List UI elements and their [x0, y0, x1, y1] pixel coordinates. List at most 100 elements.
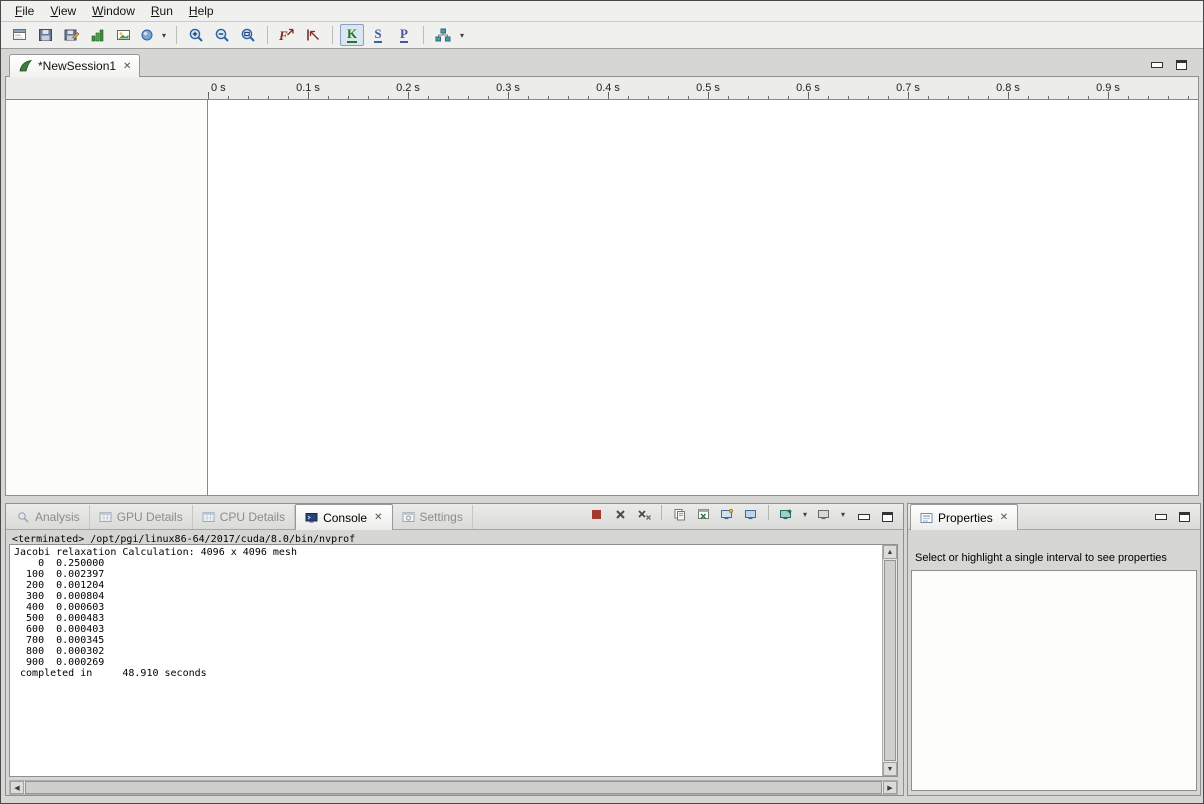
tab-cpu-details[interactable]: CPU Details [193, 505, 295, 529]
session-tab[interactable]: *NewSession1 ✕ [9, 54, 140, 77]
console-toolbar: ▾ ▾ [586, 505, 854, 529]
stream-mode-label: S [374, 26, 381, 41]
scroll-left-button[interactable]: ◀ [10, 781, 24, 794]
open-console-icon [779, 508, 793, 521]
display-selected-console-button[interactable] [741, 506, 761, 523]
export-output-button[interactable] [693, 506, 713, 523]
new-session-button[interactable] [7, 24, 31, 46]
stream-underline [374, 41, 381, 43]
timeline-chart-button[interactable] [85, 24, 109, 46]
analysis-tab-icon [17, 511, 30, 523]
close-icon[interactable]: ✕ [374, 512, 382, 523]
minimize-icon[interactable] [1155, 512, 1166, 522]
save-as-icon [63, 27, 80, 43]
process-mode-button[interactable]: P [392, 24, 416, 46]
menu-window[interactable]: Window [84, 2, 143, 20]
chevron-down-icon[interactable]: ▾ [159, 31, 169, 40]
editor-window-buttons [1151, 60, 1187, 70]
chevron-down-icon[interactable]: ▾ [800, 510, 810, 519]
copy-output-button[interactable] [669, 506, 689, 523]
open-console-button[interactable] [776, 506, 796, 523]
properties-window-buttons [1151, 512, 1200, 529]
close-icon[interactable]: ✕ [1000, 512, 1008, 523]
remove-all-launches-button[interactable] [634, 506, 654, 523]
save-as-button[interactable] [59, 24, 83, 46]
cpu-details-tab-icon [202, 511, 215, 523]
analysis-button[interactable] [431, 24, 455, 46]
maximize-icon[interactable] [882, 512, 893, 522]
properties-tab-icon [920, 512, 933, 524]
report-button[interactable] [111, 24, 135, 46]
console-line: 0 0.250000 [14, 558, 879, 569]
remove-launch-button[interactable] [610, 506, 630, 523]
scroll-up-button[interactable]: ▲ [883, 545, 897, 559]
toolbar-separator [176, 26, 177, 44]
zoom-in-button[interactable] [184, 24, 208, 46]
process-underline [400, 41, 408, 43]
minimize-icon[interactable] [1151, 60, 1162, 70]
toolbar-separator [332, 26, 333, 44]
close-icon[interactable]: ✕ [123, 61, 131, 72]
horizontal-scrollbar-thumb[interactable] [25, 781, 882, 794]
timeline-ruler[interactable]: 0 s 0.1 s 0.2 s 0.3 s 0.4 s 0.5 s 0.6 s … [6, 77, 1198, 100]
tab-settings[interactable]: Settings [393, 505, 473, 529]
zoom-out-icon [214, 27, 231, 44]
stream-mode-button[interactable]: S [366, 24, 390, 46]
kernel-mode-button[interactable]: K [340, 24, 364, 46]
vertical-scrollbar-thumb[interactable] [884, 560, 896, 761]
lens-tool-button[interactable] [137, 24, 157, 46]
console-window-buttons [854, 512, 903, 529]
chevron-down-icon[interactable]: ▾ [457, 31, 467, 40]
console-line: 200 0.001204 [14, 580, 879, 591]
tab-analysis-label: Analysis [35, 510, 80, 524]
process-mode-label: P [400, 26, 408, 41]
properties-content-box [911, 570, 1197, 791]
remove-launch-icon [614, 508, 627, 521]
zoom-fit-icon [240, 27, 257, 44]
save-button[interactable] [33, 24, 57, 46]
pin-console-icon [720, 508, 734, 521]
horizontal-scrollbar[interactable]: ◀ ▶ [9, 780, 898, 795]
new-session-icon [11, 27, 28, 43]
tab-console[interactable]: Console ✕ [295, 504, 392, 530]
export-table-icon [697, 508, 710, 521]
menu-file[interactable]: File [7, 2, 42, 20]
kernel-mode-label: K [347, 26, 357, 41]
menu-run[interactable]: Run [143, 2, 181, 20]
menu-help[interactable]: Help [181, 2, 222, 20]
maximize-icon[interactable] [1176, 60, 1187, 70]
menu-view[interactable]: View [42, 2, 84, 20]
main-toolbar: ▾ F [1, 22, 1203, 49]
zoom-fit-button[interactable] [236, 24, 260, 46]
editor-area: *NewSession1 ✕ 0 s 0.1 s 0.2 s 0.3 s 0.4… [1, 49, 1203, 499]
terminate-button[interactable] [586, 506, 606, 523]
pin-console-button[interactable] [717, 506, 737, 523]
properties-hint-text: Select or highlight a single interval to… [915, 552, 1194, 564]
tab-gpu-details-label: GPU Details [117, 510, 183, 524]
new-console-view-button[interactable] [814, 506, 834, 523]
menu-bar: File View Window Run Help [1, 1, 1203, 22]
new-console-view-icon [817, 508, 831, 521]
scroll-down-button[interactable]: ▼ [883, 762, 897, 776]
tab-gpu-details[interactable]: GPU Details [90, 505, 193, 529]
report-image-icon [115, 27, 132, 43]
console-output[interactable]: Jacobi relaxation Calculation: 4096 x 40… [9, 544, 898, 777]
tab-properties[interactable]: Properties ✕ [910, 504, 1018, 530]
analysis-diagram-icon [434, 27, 452, 43]
minimize-icon[interactable] [858, 512, 869, 522]
console-line: 400 0.000603 [14, 602, 879, 613]
tab-analysis[interactable]: Analysis [8, 505, 90, 529]
properties-view: Properties ✕ Select or highlight a singl… [907, 503, 1201, 796]
timeline-canvas[interactable] [209, 100, 1198, 495]
chevron-down-icon[interactable]: ▾ [838, 510, 848, 519]
maximize-icon[interactable] [1179, 512, 1190, 522]
timeline-row-names-panel[interactable] [6, 100, 208, 495]
mark-range-end-button[interactable] [301, 24, 325, 46]
zoom-out-button[interactable] [210, 24, 234, 46]
vertical-scrollbar[interactable]: ▲ ▼ [882, 545, 897, 776]
scroll-right-button[interactable]: ▶ [883, 781, 897, 794]
console-line: 700 0.000345 [14, 635, 879, 646]
console-line: 500 0.000483 [14, 613, 879, 624]
mark-range-start-button[interactable]: F [275, 24, 299, 46]
lens-icon [139, 27, 155, 43]
